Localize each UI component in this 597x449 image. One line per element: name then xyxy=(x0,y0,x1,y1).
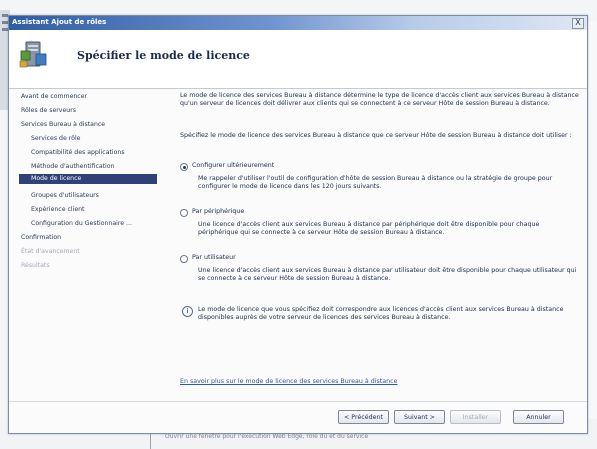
nav-item-client-experience[interactable]: Expérience client xyxy=(31,206,84,213)
per-device-radio[interactable] xyxy=(180,209,188,217)
nav-item-confirmation[interactable]: Confirmation xyxy=(21,234,61,241)
title-bar[interactable]: Assistant Ajout de rôles X xyxy=(9,16,587,30)
info-icon: i xyxy=(182,306,193,317)
next-button[interactable]: Suivant > xyxy=(394,410,445,424)
instruction-text: Spécifiez le mode de licence des service… xyxy=(180,132,572,139)
per-device-label[interactable]: Par périphérique xyxy=(192,208,244,216)
close-button[interactable]: X xyxy=(572,18,584,29)
learn-more-link[interactable]: En savoir plus sur le mode de licence de… xyxy=(180,378,397,386)
per-user-radio[interactable] xyxy=(180,255,188,263)
previous-button[interactable]: < Précédent xyxy=(338,410,389,424)
per-device-description: Une licence d'accès client aux services … xyxy=(198,221,540,237)
install-button: Installer xyxy=(450,410,501,424)
nav-item-results: Résultats xyxy=(21,262,50,269)
nav-item-gateway-configuration[interactable]: Configuration du Gestionnaire ... xyxy=(31,220,132,227)
nav-item-role-services[interactable]: Services de rôle xyxy=(31,135,80,142)
wizard-header: Spécifier le mode de licence xyxy=(9,30,587,89)
background-status-text: Ouvrir une fenêtre pour l'exécution Web … xyxy=(165,433,369,440)
configure-later-label[interactable]: Configurer ultérieurement xyxy=(192,162,274,170)
nav-item-user-groups[interactable]: Groupes d'utilisateurs xyxy=(31,192,99,199)
server-roles-icon xyxy=(19,41,47,68)
licensing-info-text: Le mode de licence que vous spécifiez do… xyxy=(198,306,564,322)
nav-item-authentication-method[interactable]: Méthode d'authentification xyxy=(31,163,115,170)
per-user-label[interactable]: Par utilisateur xyxy=(192,254,236,262)
cancel-button[interactable]: Annuler xyxy=(513,410,564,424)
add-roles-wizard-dialog: Assistant Ajout de rôles X Spécifier le … xyxy=(8,15,588,434)
nav-item-progress: État d'avancement xyxy=(21,248,80,255)
nav-item-server-roles[interactable]: Rôles de serveurs xyxy=(21,107,76,114)
configure-later-description: Me rappeler d'utiliser l'outil de config… xyxy=(198,175,553,191)
window-title: Assistant Ajout de rôles xyxy=(12,18,107,26)
nav-item-remote-desktop-services[interactable]: Services Bureau à distance xyxy=(21,121,105,128)
nav-item-before-you-begin[interactable]: Avant de commencer xyxy=(21,93,87,100)
button-bar: < Précédent Suivant > Installer Annuler xyxy=(9,401,587,432)
intro-text: Le mode de licence des services Bureau à… xyxy=(180,92,579,108)
wizard-nav: Avant de commencer Rôles de serveurs Ser… xyxy=(9,89,159,389)
per-user-description: Une licence d'accès client aux services … xyxy=(198,267,577,283)
page-title: Spécifier le mode de licence xyxy=(77,49,250,62)
configure-later-radio[interactable] xyxy=(180,163,188,171)
nav-item-licensing-mode[interactable]: Mode de licence xyxy=(19,174,157,184)
nav-item-application-compatibility[interactable]: Compatibilité des applications xyxy=(31,149,125,156)
